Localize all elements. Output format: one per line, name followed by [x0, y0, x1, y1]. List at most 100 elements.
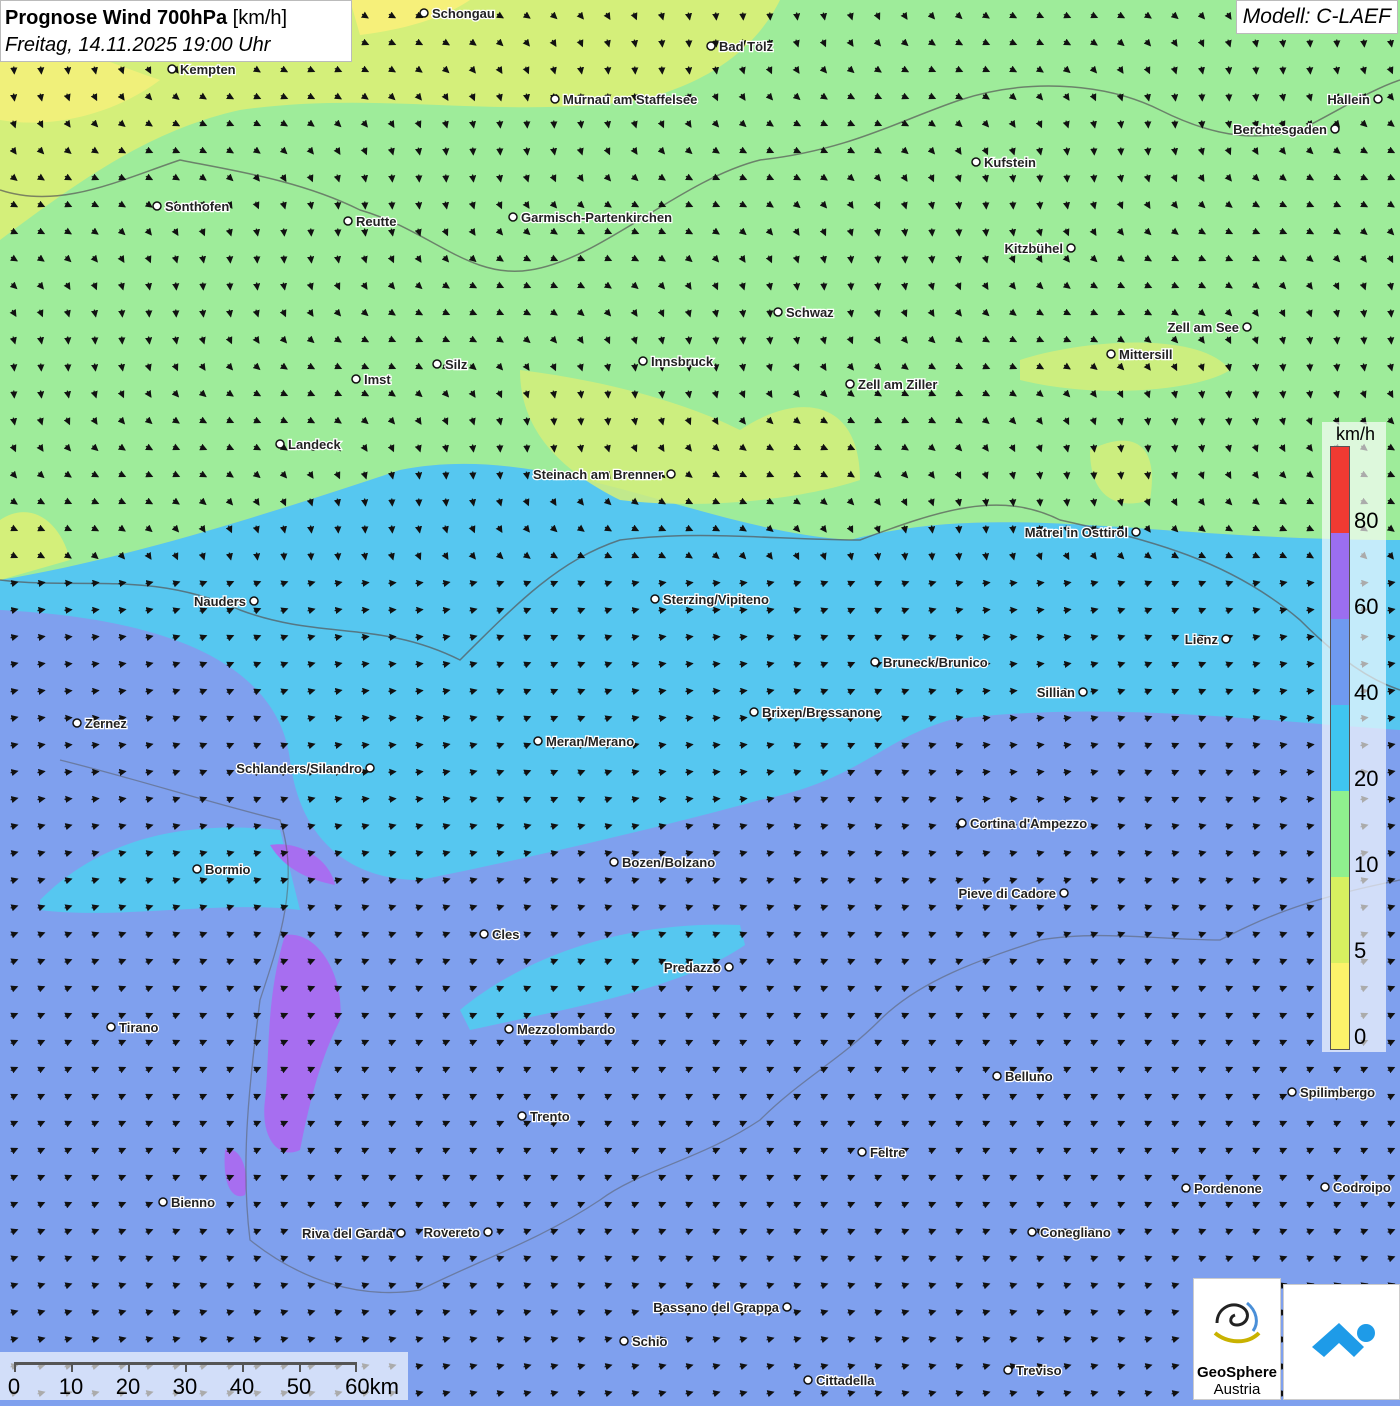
- city-marker[interactable]: [72, 718, 82, 728]
- city-marker[interactable]: [619, 1336, 629, 1346]
- geosphere-emblem-icon: [1213, 1301, 1261, 1344]
- wind-map[interactable]: Schongau Bad Tölz Kempten Murnau am Staffel…: [0, 0, 1400, 1400]
- city-marker[interactable]: [1131, 527, 1141, 537]
- city-marker[interactable]: [971, 157, 981, 167]
- wind-arrow: [1036, 201, 1044, 210]
- city-marker[interactable]: [870, 657, 880, 667]
- wind-arrow: [1360, 336, 1368, 345]
- logo-sub: Austria: [1213, 1381, 1261, 1398]
- city-marker[interactable]: [666, 469, 676, 479]
- city-marker[interactable]: [1027, 1227, 1037, 1237]
- wind-arrow: [712, 795, 721, 803]
- city-marker[interactable]: [1003, 1365, 1013, 1375]
- legend-label-20: 20: [1354, 766, 1379, 791]
- wind-arrow: [64, 363, 72, 372]
- city-marker[interactable]: [782, 1302, 792, 1312]
- city-marker[interactable]: [1181, 1183, 1191, 1193]
- scale-label-40: 40: [229, 1374, 255, 1399]
- city-marker[interactable]: [249, 596, 259, 606]
- geosphere-logo[interactable]: GeoSphere Austria: [1193, 1278, 1281, 1400]
- wind-arrow: [1009, 633, 1018, 641]
- city-marker[interactable]: [517, 1111, 527, 1121]
- wind-arrow: [1090, 174, 1098, 183]
- city-marker[interactable]: [533, 736, 543, 746]
- scale-tick: [185, 1362, 187, 1372]
- city-marker[interactable]: [957, 818, 967, 828]
- wind-arrow: [145, 309, 153, 318]
- city-marker[interactable]: [158, 1197, 168, 1207]
- city-marker[interactable]: [365, 763, 375, 773]
- city-marker[interactable]: [479, 929, 489, 939]
- city-marker[interactable]: [152, 201, 162, 211]
- wind-arrow: [388, 174, 396, 183]
- wind-arrow: [91, 336, 99, 345]
- city-marker[interactable]: [192, 864, 202, 874]
- wind-arrow: [442, 498, 450, 507]
- city-marker[interactable]: [706, 41, 716, 51]
- city-marker[interactable]: [106, 1022, 116, 1032]
- city-marker[interactable]: [1242, 322, 1252, 332]
- wind-arrow: [739, 12, 747, 21]
- city-marker[interactable]: [749, 707, 759, 717]
- scale-tick: [355, 1362, 357, 1372]
- city-marker[interactable]: [508, 212, 518, 222]
- city-label: Meran/Merano: [546, 734, 634, 749]
- wind-arrow: [1360, 39, 1368, 48]
- city-label: Lienz: [1185, 632, 1219, 647]
- city-marker[interactable]: [1320, 1182, 1330, 1192]
- city-marker[interactable]: [803, 1375, 813, 1385]
- wind-arrow: [10, 363, 18, 372]
- city-marker[interactable]: [638, 356, 648, 366]
- wind-arrow: [1063, 498, 1071, 507]
- city-marker[interactable]: [857, 1147, 867, 1157]
- map-title-unit: [km/h]: [232, 7, 288, 29]
- city-marker[interactable]: [1078, 687, 1088, 697]
- city-label: Treviso: [1016, 1363, 1062, 1378]
- city-marker[interactable]: [550, 94, 560, 104]
- wind-arrow: [577, 417, 585, 426]
- wind-arrow: [928, 228, 936, 237]
- city-marker[interactable]: [1373, 94, 1383, 104]
- wind-arrow: [1306, 363, 1314, 372]
- city-marker[interactable]: [351, 374, 361, 384]
- city-label: Trento: [530, 1109, 570, 1124]
- scale-label-0: 0: [7, 1374, 21, 1399]
- city-marker[interactable]: [167, 64, 177, 74]
- city-marker[interactable]: [1221, 634, 1231, 644]
- city-marker[interactable]: [724, 962, 734, 972]
- wind-arrow: [307, 552, 315, 561]
- wind-arrow: [415, 498, 423, 507]
- city-marker[interactable]: [773, 307, 783, 317]
- city-marker[interactable]: [845, 379, 855, 389]
- city-marker[interactable]: [1330, 124, 1340, 134]
- scale-label-10: 10: [58, 1374, 84, 1399]
- city-marker[interactable]: [1066, 243, 1076, 253]
- city-label: Imst: [364, 372, 391, 387]
- city-marker[interactable]: [504, 1024, 514, 1034]
- city-marker[interactable]: [1106, 349, 1116, 359]
- city-marker[interactable]: [343, 216, 353, 226]
- city-marker[interactable]: [483, 1227, 493, 1237]
- wind-arrow: [658, 390, 666, 399]
- wind-arrow: [172, 309, 180, 318]
- wind-arrow: [361, 201, 369, 210]
- city-marker[interactable]: [1059, 888, 1069, 898]
- wind-arrow: [1171, 417, 1179, 426]
- city-marker[interactable]: [992, 1071, 1002, 1081]
- city-marker[interactable]: [650, 594, 660, 604]
- city-marker[interactable]: [1287, 1087, 1297, 1097]
- city-marker[interactable]: [432, 359, 442, 369]
- wind-arrow: [1171, 120, 1179, 129]
- city-marker[interactable]: [396, 1228, 406, 1238]
- app-logo[interactable]: [1283, 1284, 1400, 1400]
- city-marker[interactable]: [609, 857, 619, 867]
- city-marker[interactable]: [419, 8, 429, 18]
- city-label: Bozen/Bolzano: [622, 855, 715, 870]
- wind-arrow: [1225, 417, 1233, 426]
- wind-arrow: [712, 39, 720, 48]
- city-marker[interactable]: [275, 439, 285, 449]
- wind-arrow: [1063, 471, 1071, 480]
- city-label: Berchtesgaden: [1233, 122, 1327, 137]
- wind-arrow: [550, 444, 558, 453]
- wind-arrow: [64, 606, 73, 614]
